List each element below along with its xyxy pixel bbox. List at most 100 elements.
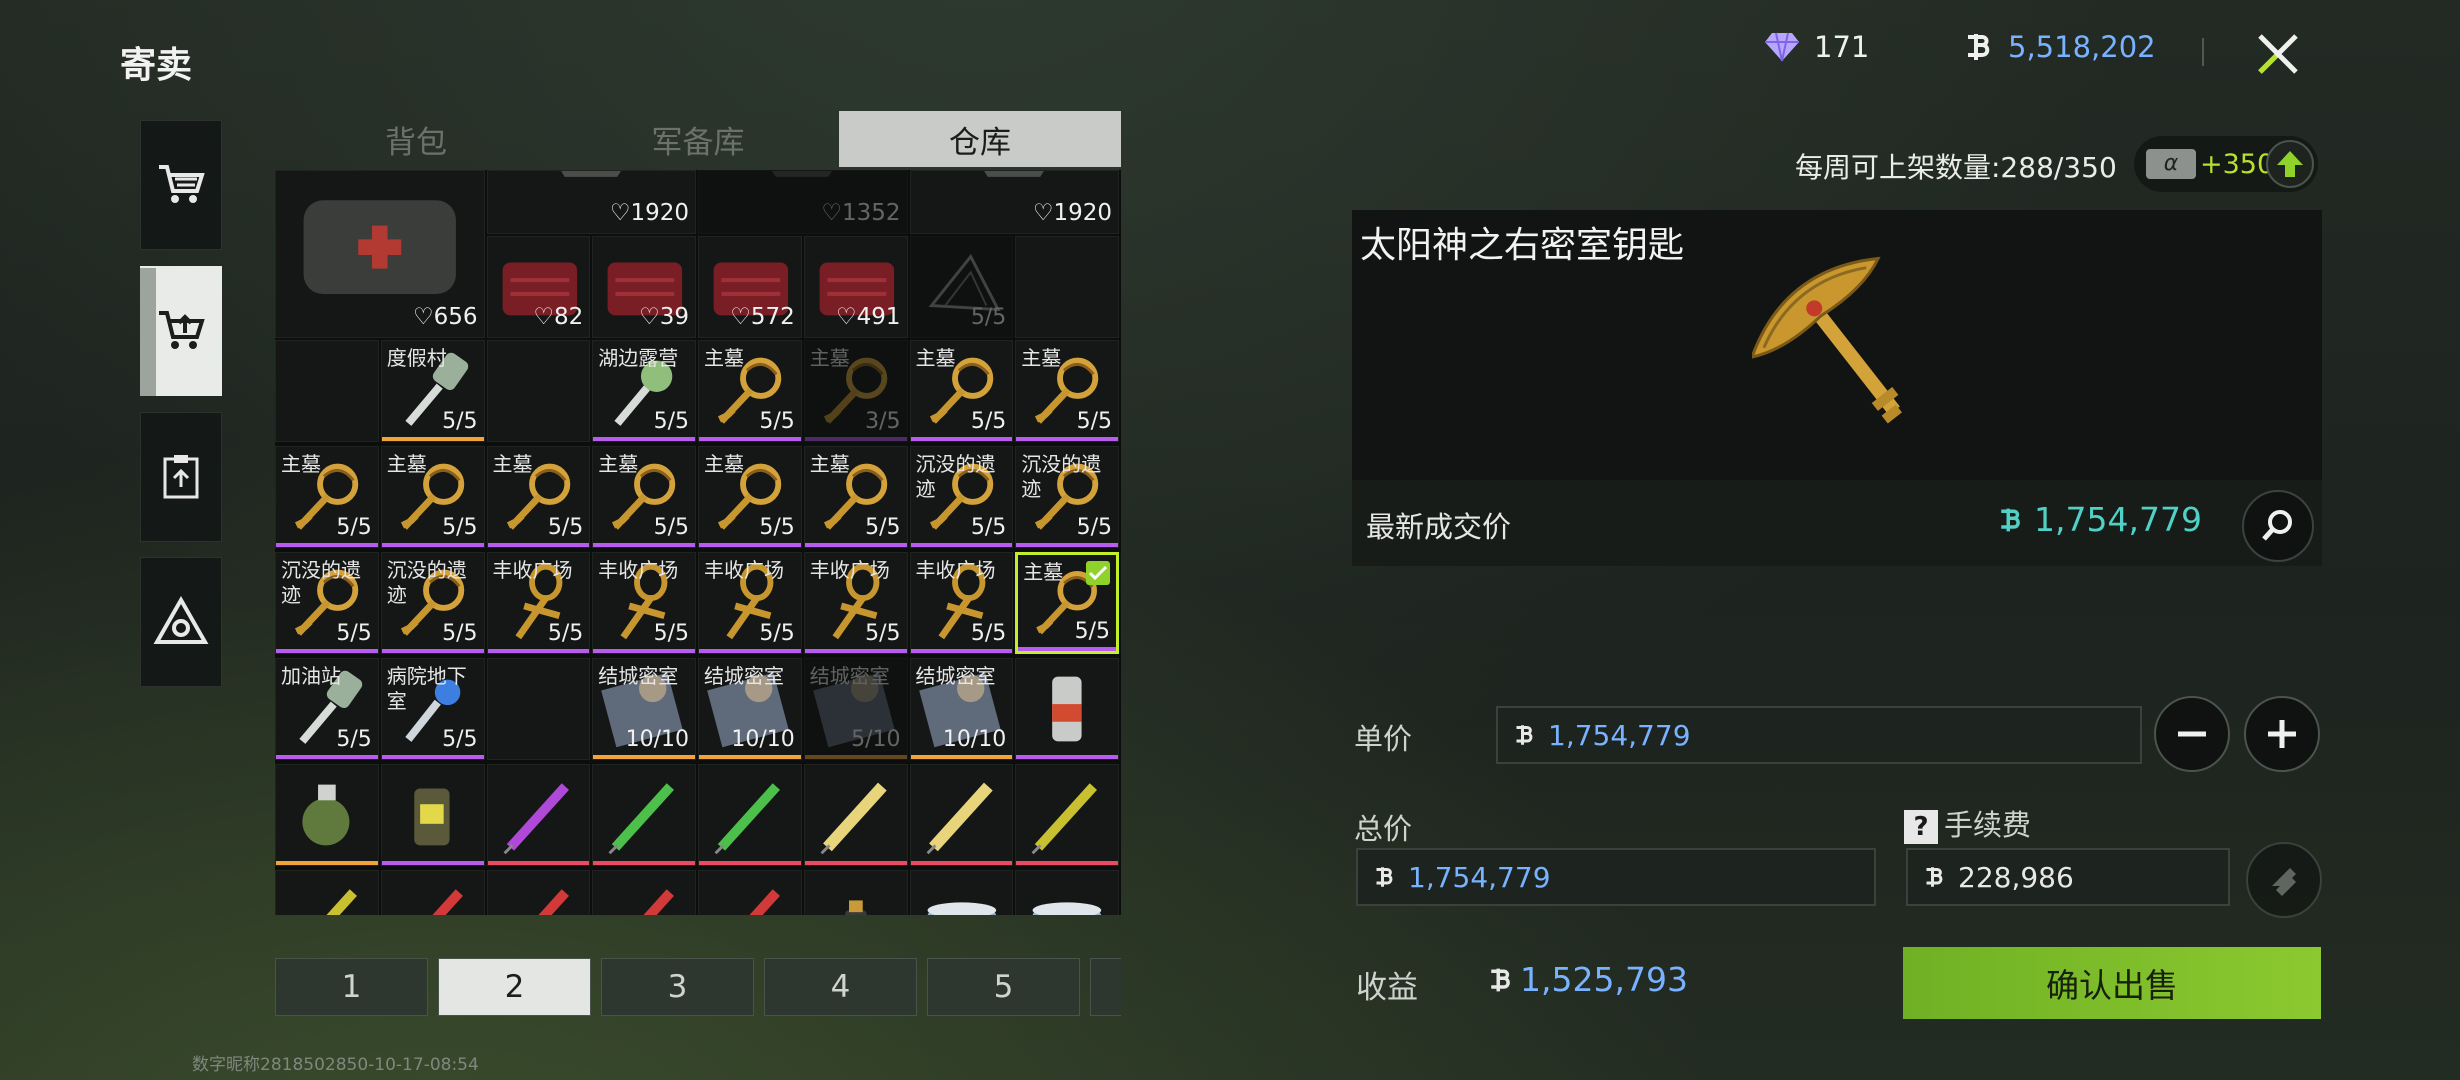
syringe-yellow-item-slot[interactable] <box>1015 764 1119 866</box>
canister-item-slot[interactable] <box>1015 658 1119 760</box>
bottle-item-slot[interactable] <box>803 870 908 915</box>
page-button-3[interactable]: 3 <box>601 958 754 1016</box>
side-listing-button[interactable] <box>140 412 222 542</box>
tab-armory[interactable]: 军备库 <box>557 111 839 167</box>
coin-balance: 5,518,202 <box>1962 30 2156 64</box>
syringe-green-item-slot[interactable] <box>698 764 802 866</box>
tab-warehouse[interactable]: 仓库 <box>839 111 1121 167</box>
syringe-green-item-slot[interactable] <box>592 764 696 866</box>
box-item-slot[interactable]: ♡82 <box>486 236 591 338</box>
rarity-bar <box>381 649 484 653</box>
page-button-1[interactable]: 1 <box>275 958 428 1016</box>
ankh-item-slot[interactable]: 丰收广场 5/5 <box>592 552 696 654</box>
key-gold-item-slot[interactable]: 主墓 3/5 <box>803 340 908 442</box>
ankh-item-slot[interactable]: 丰收广场 5/5 <box>698 552 802 654</box>
close-button[interactable] <box>2246 22 2310 86</box>
key-gold-item-slot[interactable]: 主墓 5/5 <box>1015 552 1119 654</box>
grenade-yellow-item-slot[interactable] <box>380 764 485 866</box>
rarity-bar <box>804 861 907 865</box>
key-silver-item-slot[interactable]: 度假村 5/5 <box>380 340 485 442</box>
canister-icon <box>1052 676 1082 742</box>
card-item-slot[interactable]: 结城密室 10/10 <box>592 658 696 760</box>
item-quantity: 5/5 <box>653 621 689 646</box>
syringe-red-item-slot[interactable] <box>592 870 696 915</box>
increase-price-button[interactable] <box>2244 696 2320 772</box>
page-button-4[interactable]: 4 <box>764 958 917 1016</box>
tab-backpack[interactable]: 背包 <box>275 111 557 167</box>
bag-item-slot[interactable]: ♡656 <box>275 170 485 338</box>
key-gold-item-slot[interactable]: 主墓 5/5 <box>803 446 908 548</box>
fee-ticket-button[interactable] <box>2246 842 2322 918</box>
item-name-label: 主墓 <box>809 346 850 370</box>
key-silver-item-slot[interactable]: 加油站 5/5 <box>275 658 379 760</box>
armor-item-slot[interactable]: ♡1352 <box>698 170 908 234</box>
ankh-item-slot[interactable]: 丰收广场 5/5 <box>803 552 908 654</box>
increase-limit-button[interactable] <box>2266 140 2314 188</box>
rarity-bar <box>1016 437 1118 441</box>
syringe-red-item-slot[interactable] <box>486 870 591 915</box>
key-gold-item-slot[interactable]: 主墓 5/5 <box>698 340 802 442</box>
decrease-price-button[interactable] <box>2154 696 2230 772</box>
box-item-slot[interactable]: ♡572 <box>698 236 802 338</box>
item-quantity: 5/5 <box>865 621 901 646</box>
page-button-more[interactable] <box>1090 958 1121 1016</box>
key-gold-item-slot[interactable]: 主墓 5/5 <box>592 446 696 548</box>
key-gold-item-slot[interactable]: 沉没的遗迹 5/5 <box>380 552 485 654</box>
empty-slot[interactable] <box>486 340 591 442</box>
empty-slot[interactable] <box>275 340 379 442</box>
grenade-item-slot[interactable] <box>275 764 379 866</box>
syringe-gold-item-slot[interactable] <box>909 764 1014 866</box>
key-green-item-slot[interactable]: 湖边露营 5/5 <box>592 340 696 442</box>
item-durability: ♡82 <box>533 304 584 330</box>
key-gold-item-slot[interactable]: 沉没的遗迹 5/5 <box>275 552 379 654</box>
tin-item-slot[interactable] <box>1015 870 1119 915</box>
page-button-5[interactable]: 5 <box>927 958 1080 1016</box>
item-durability: ♡39 <box>639 304 689 330</box>
item-durability: ♡656 <box>412 304 478 330</box>
key-gold-item-slot[interactable]: 主墓 5/5 <box>380 446 485 548</box>
key-gold-item-slot[interactable]: 主墓 5/5 <box>486 446 591 548</box>
card-item-slot[interactable]: 结城密室 10/10 <box>909 658 1014 760</box>
minus-icon <box>2178 731 2206 737</box>
total-price-field: 1,754,779 <box>1356 848 1876 906</box>
key-gold-item-slot[interactable]: 主墓 5/5 <box>1015 340 1119 442</box>
item-quantity: 5/5 <box>336 621 372 646</box>
help-icon[interactable]: ? <box>1904 810 1938 844</box>
key-blue-item-slot[interactable]: 病院地下室 5/5 <box>380 658 485 760</box>
side-buy-cart-button[interactable] <box>140 120 222 250</box>
key-gold-item-slot[interactable]: 主墓 5/5 <box>909 340 1014 442</box>
item-name-label: 沉没的遗迹 <box>281 558 361 607</box>
syringe-red-item-slot[interactable] <box>698 870 802 915</box>
armor-item-slot[interactable]: ♡1920 <box>909 170 1119 234</box>
tin-item-slot[interactable] <box>909 870 1014 915</box>
unit-price-input[interactable]: 1,754,779 <box>1496 706 2142 764</box>
empty-slot[interactable] <box>486 658 591 760</box>
key-gold-item-slot[interactable]: 主墓 5/5 <box>698 446 802 548</box>
confirm-sell-button[interactable]: 确认出售 <box>1903 947 2321 1019</box>
key-gold-item-slot[interactable]: 沉没的遗迹 5/5 <box>1015 446 1119 548</box>
ankh-item-slot[interactable]: 丰收广场 5/5 <box>909 552 1014 654</box>
page-button-2[interactable]: 2 <box>438 958 591 1016</box>
armor-item-slot[interactable]: ♡1920 <box>486 170 696 234</box>
net-item-slot[interactable]: 5/5 <box>909 236 1014 338</box>
syringe-purple-item-slot[interactable] <box>486 764 591 866</box>
key-gold-item-slot[interactable]: 主墓 5/5 <box>275 446 379 548</box>
price-history-search-button[interactable] <box>2242 490 2314 562</box>
item-detail-panel: 太阳神之右密室钥匙 最新成交价 1,754,779 <box>1352 210 2322 566</box>
item-quantity: 5/5 <box>336 515 372 540</box>
syringe-red-icon <box>749 889 780 915</box>
card-item-slot[interactable]: 结城密室 10/10 <box>698 658 802 760</box>
item-quantity: 5/5 <box>442 727 478 752</box>
empty-slot[interactable] <box>1015 236 1119 338</box>
diamond-balance: 171 <box>1764 30 1869 64</box>
ankh-item-slot[interactable]: 丰收广场 5/5 <box>486 552 591 654</box>
box-item-slot[interactable]: ♡491 <box>803 236 908 338</box>
box-item-slot[interactable]: ♡39 <box>592 236 696 338</box>
bottle-icon <box>844 900 867 915</box>
syringe-yellow-item-slot[interactable] <box>275 870 379 915</box>
card-item-slot[interactable]: 结城密室 5/10 <box>803 658 908 760</box>
key-gold-item-slot[interactable]: 沉没的遗迹 5/5 <box>909 446 1014 548</box>
syringe-gold-item-slot[interactable] <box>803 764 908 866</box>
syringe-red-item-slot[interactable] <box>380 870 485 915</box>
side-records-button[interactable] <box>140 557 222 687</box>
